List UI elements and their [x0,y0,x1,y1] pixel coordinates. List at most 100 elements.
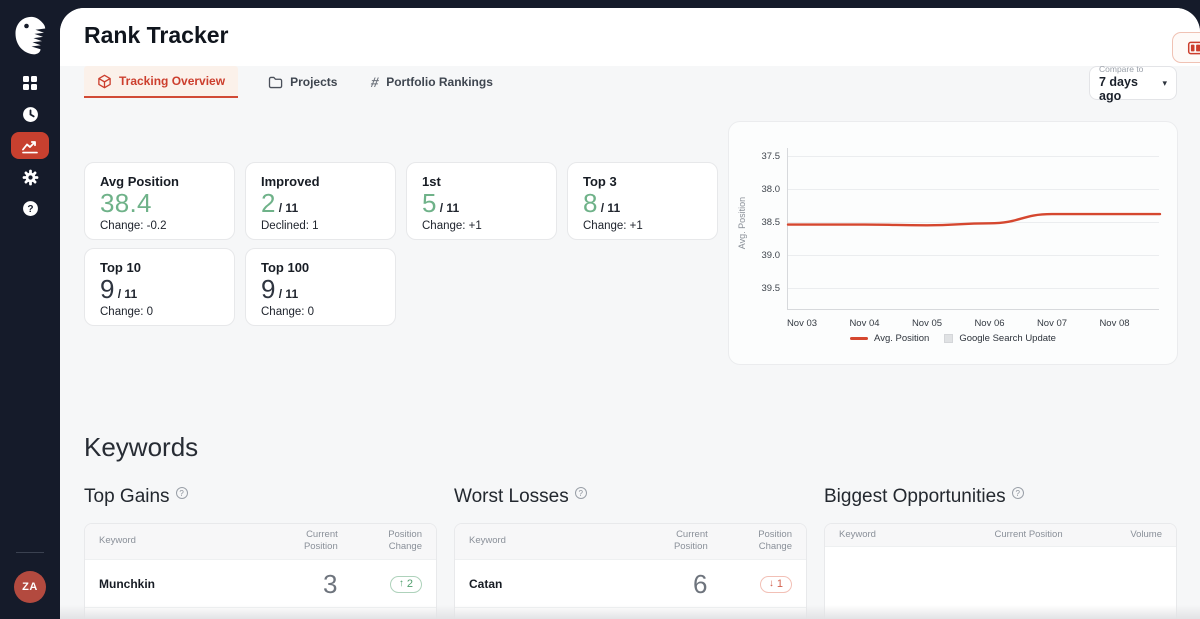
y-tick-label: 38.5 [746,217,780,228]
column-header: Current Position [268,524,352,559]
compare-dropdown[interactable]: Compare to 7 days ago ▾ [1089,66,1177,100]
table-row[interactable]: Catan 6 ↓1 [455,559,806,608]
dinosaur-logo[interactable] [12,15,48,56]
help-icon[interactable]: ? [1012,487,1024,499]
column-header: Position Change [722,524,806,559]
arrow-down-icon: ↓ [769,578,774,589]
avg-position-line [788,214,1160,225]
avg-position-chart-card: 37.5 38.0 38.5 39.0 39.5 Avg. Position N… [728,121,1178,365]
x-tick-label: Nov 06 [964,318,1016,329]
section-title: Top Gains [84,486,170,508]
stats-grid: Avg Position 38.4 Change: -0.2 Improved … [84,162,718,326]
y-tick-label: 39.5 [746,283,780,294]
y-tick-label: 39.0 [746,250,780,261]
sidebar-footer: ZA [14,552,46,603]
legend-label: Google Search Update [959,333,1056,344]
stat-card-improved: Improved 2/ 11 Declined: 1 [245,162,396,240]
square-swatch-icon [944,334,953,343]
hash-icon: # [370,74,381,90]
page-header: Rank Tracker [60,8,1200,66]
column-header: Position Change [352,524,436,559]
help-icon[interactable]: ? [176,487,188,499]
folder-icon [268,75,283,90]
x-tick-label: Nov 03 [776,318,828,329]
column-header: Volume [1092,524,1176,547]
x-tick-label: Nov 07 [1026,318,1078,329]
line-swatch-icon [850,337,868,340]
dino-eye [24,24,29,29]
stat-subtext: Change: 0 [261,306,380,318]
stat-value: 8 [583,188,598,218]
keyword-tables: Top Gains ? Keyword Current Position Pos… [84,482,1177,619]
content-area: Tracking Overview Projects # Portfolio R… [60,66,1200,619]
keywords-heading: Keywords [84,432,198,463]
stat-value: 9 [261,274,276,304]
table-row[interactable]: Munchkin 3 ↑2 [85,559,436,608]
x-tick-label: Nov 04 [839,318,891,329]
tab-projects[interactable]: Projects [264,66,341,98]
position-change-badge: ↑2 [390,576,422,593]
compare-value: 7 days ago [1099,75,1162,103]
tab-portfolio-rankings[interactable]: # Portfolio Rankings [367,66,496,98]
sidebar-divider [16,552,44,553]
legend-item-avg-position[interactable]: Avg. Position [850,333,929,344]
section-title: Biggest Opportunities [824,486,1006,508]
worst-losses-section: Worst Losses ? Keyword Current Position … [454,482,807,619]
stat-subtext: Change: +1 [422,220,541,232]
sidebar-item-help[interactable]: ? [12,193,48,223]
section-title: Worst Losses [454,486,569,508]
help-icon[interactable]: ? [575,487,587,499]
tab-bar: Tracking Overview Projects # Portfolio R… [84,66,1200,98]
top-gains-section: Top Gains ? Keyword Current Position Pos… [84,482,437,619]
line-chart-icon [22,138,38,154]
stat-value: 9 [100,274,115,304]
position-cell: 6 [638,559,722,608]
main-panel: Rank Tracker Tracking [60,8,1200,619]
stat-subtext: Change: +1 [583,220,702,232]
column-header: Keyword [85,524,268,559]
stat-subtext: Change: -0.2 [100,220,219,232]
column-header: Keyword [455,524,638,559]
column-header: Current Position [965,524,1091,547]
stat-total: / 11 [601,201,620,215]
plot-area [787,148,1159,310]
sidebar-item-history[interactable] [12,99,48,129]
y-axis-title: Avg. Position [737,163,747,283]
column-header: Keyword [825,524,965,547]
stat-total: / 11 [440,201,459,215]
stat-title: Top 10 [100,260,219,275]
user-avatar[interactable]: ZA [14,571,46,603]
arrow-up-icon: ↑ [399,578,404,589]
sidebar-item-rank-tracker[interactable] [11,132,49,159]
sidebar-nav: ? [11,68,49,223]
y-tick-label: 38.0 [746,184,780,195]
sidebar-item-settings[interactable] [12,162,48,192]
split-view-button[interactable] [1172,32,1200,63]
page-title: Rank Tracker [84,22,228,49]
stat-total: / 11 [279,287,298,301]
legend-label: Avg. Position [874,333,929,344]
tab-label: Tracking Overview [119,74,225,88]
x-tick-label: Nov 05 [901,318,953,329]
keyword-cell: Munchkin [85,559,268,608]
tab-label: Portfolio Rankings [386,75,493,89]
legend-item-google-search-update[interactable]: Google Search Update [944,333,1056,344]
top-gains-table: Keyword Current Position Position Change… [84,523,437,619]
biggest-opportunities-table: Keyword Current Position Volume [824,523,1177,619]
stat-subtext: Change: 0 [100,306,219,318]
svg-text:?: ? [27,203,33,214]
y-tick-label: 37.5 [746,151,780,162]
stat-title: Avg Position [100,174,219,189]
book-columns-icon [1187,40,1200,56]
cube-icon [97,74,112,89]
sidebar-item-dashboard[interactable] [12,68,48,98]
tab-tracking-overview[interactable]: Tracking Overview [84,66,238,98]
stat-value: 38.4 [100,188,152,218]
keyword-cell: Catan [455,559,638,608]
chevron-down-icon: ▾ [1162,78,1167,89]
stat-title: Top 3 [583,174,702,189]
stat-title: 1st [422,174,541,189]
chart-legend: Avg. Position Google Search Update [729,333,1177,344]
stat-card-top-100: Top 100 9/ 11 Change: 0 [245,248,396,326]
stat-value: 5 [422,188,437,218]
